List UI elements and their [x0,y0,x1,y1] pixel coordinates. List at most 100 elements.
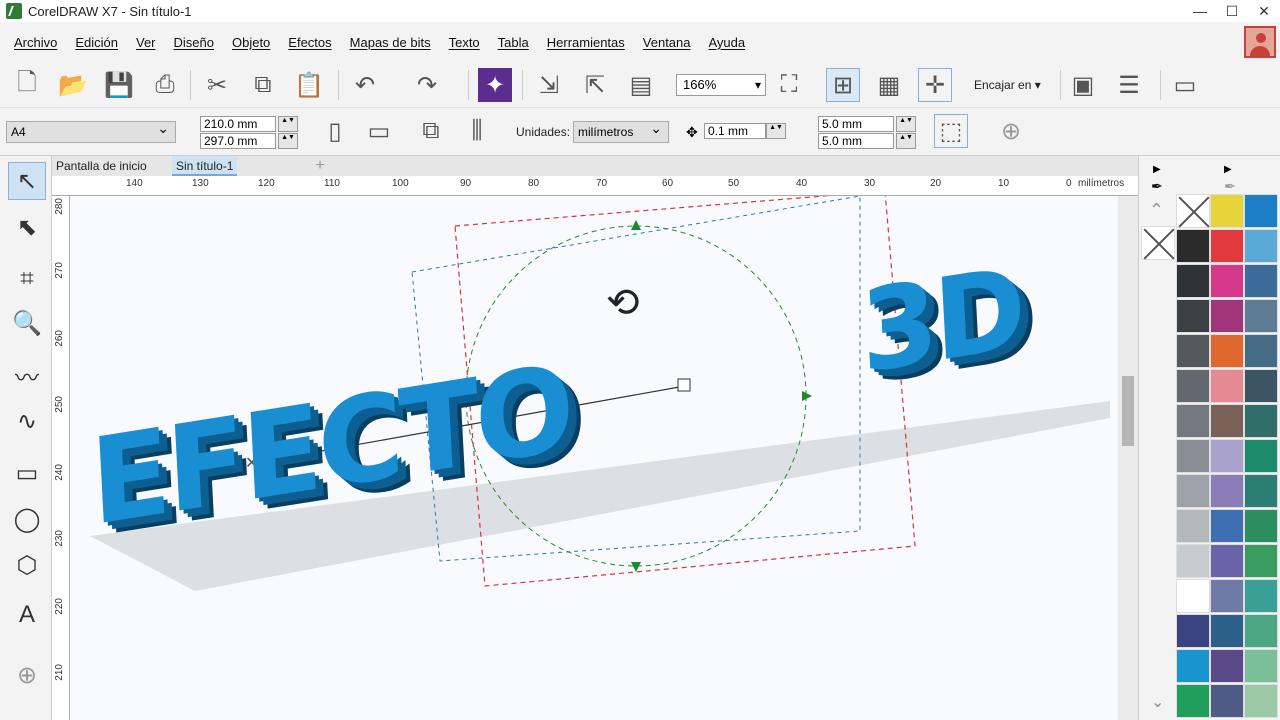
menu-ver[interactable]: Ver [136,35,156,50]
color-swatch[interactable] [1176,229,1210,263]
application-launcher-icon[interactable]: ▣ [1066,68,1100,102]
color-swatch[interactable] [1210,579,1244,613]
tab-welcome-screen[interactable]: Pantalla de inicio [52,156,151,176]
snap-to-dropdown[interactable]: Encajar en ▾ [974,78,1041,92]
color-swatch[interactable] [1244,229,1278,263]
color-swatch[interactable] [1176,684,1210,718]
horizontal-ruler[interactable]: 140 130 120 110 100 90 80 70 60 50 40 30… [52,176,1138,196]
color-swatch[interactable] [1244,299,1278,333]
palette-arrow-icon[interactable]: ▶ [1224,164,1232,175]
color-swatch[interactable] [1210,474,1244,508]
current-page-icon[interactable]: ⫼ [460,114,494,148]
color-swatch[interactable] [1210,684,1244,718]
color-swatch[interactable] [1244,439,1278,473]
no-fill-swatch[interactable] [1176,194,1210,228]
color-swatch[interactable] [1244,474,1278,508]
portrait-icon[interactable]: ▯ [318,114,352,148]
color-swatch[interactable] [1176,649,1210,683]
width-spinner[interactable]: ▲▼ [278,116,298,132]
dock-arrow-icon[interactable]: ▶ [1153,164,1161,175]
rotate-handle-top[interactable] [631,220,641,230]
save-icon[interactable]: 💾 [102,68,136,102]
rotate-handle-right[interactable] [802,391,812,401]
scrollbar-thumb[interactable] [1122,376,1134,446]
full-screen-preview-icon[interactable]: ⛶ [772,68,806,102]
vertical-ruler[interactable]: 280 270 260 250 240 230 220 210 [52,196,70,720]
add-tool-icon[interactable]: ⊕ [8,656,46,694]
text-tool-icon[interactable]: A [8,596,46,634]
zoom-level-select[interactable]: 166% [676,74,766,96]
color-swatch[interactable] [1244,579,1278,613]
color-swatch[interactable] [1176,579,1210,613]
color-swatch[interactable] [1244,544,1278,578]
menu-objeto[interactable]: Objeto [232,35,270,50]
color-swatch[interactable] [1176,614,1210,648]
cut-icon[interactable]: ✂ [200,68,234,102]
color-swatch[interactable] [1210,264,1244,298]
color-swatch[interactable] [1176,369,1210,403]
page-width-field[interactable]: 210.0 mm [200,116,276,132]
menu-ayuda[interactable]: Ayuda [709,35,746,50]
open-folder-icon[interactable]: 📂 [56,68,90,102]
color-swatch[interactable] [1244,404,1278,438]
units-select[interactable]: milímetros [573,118,669,143]
treat-as-filled-icon[interactable]: ⬚ [934,114,968,148]
color-swatch[interactable] [1244,614,1278,648]
menu-efectos[interactable]: Efectos [288,35,331,50]
color-swatch[interactable] [1210,229,1244,263]
vertical-scrollbar[interactable] [1118,196,1138,720]
options-icon[interactable]: ☰ [1112,68,1146,102]
color-swatch[interactable] [1176,334,1210,368]
add-icon[interactable]: ⊕ [994,114,1028,148]
page-height-field[interactable]: 297.0 mm [200,133,276,149]
landscape-icon[interactable]: ▭ [362,114,396,148]
menu-mapas-de-bits[interactable]: Mapas de bits [350,35,431,50]
color-swatch[interactable] [1176,264,1210,298]
color-swatch[interactable] [1176,509,1210,543]
import-icon[interactable]: ⇲ [532,68,566,102]
color-swatch[interactable] [1210,614,1244,648]
color-swatch[interactable] [1210,334,1244,368]
scroll-down-icon[interactable]: ⌄ [1151,692,1164,712]
color-swatch[interactable] [1210,194,1244,228]
close-button[interactable]: ✕ [1248,0,1280,22]
menu-herramientas[interactable]: Herramientas [547,35,625,50]
menu-texto[interactable]: Texto [449,35,480,50]
menu-archivo[interactable]: Archivo [14,35,57,50]
duplicate-distance-y-field[interactable]: 5.0 mm [818,133,894,149]
crop-tool-icon[interactable]: ⌗ [8,260,46,298]
ellipse-tool-icon[interactable]: ◯ [8,500,46,538]
rotate-handle-bottom[interactable] [631,562,641,572]
undo-icon[interactable]: ↶ [348,68,382,102]
shape-tool-icon[interactable]: ⬉ [8,208,46,246]
tab-document[interactable]: Sin título-1 [172,156,238,176]
palette-eyedropper-icon[interactable]: ✒ [1224,178,1236,195]
color-swatch[interactable] [1244,649,1278,683]
color-swatch[interactable] [1244,509,1278,543]
freehand-tool-icon[interactable]: 〰 [8,356,46,394]
polygon-tool-icon[interactable]: ⬡ [8,546,46,584]
menu-tabla[interactable]: Tabla [498,35,529,50]
color-swatch[interactable] [1244,369,1278,403]
add-tab-button[interactable]: + [310,156,330,176]
color-swatch[interactable] [1210,369,1244,403]
publish-pdf-icon[interactable]: ▤ [624,68,658,102]
color-swatch[interactable] [1210,299,1244,333]
export-icon[interactable]: ⇱ [578,68,612,102]
duplicate-distance-x-field[interactable]: 5.0 mm [818,116,894,132]
color-swatch[interactable] [1176,299,1210,333]
color-swatch[interactable] [1244,264,1278,298]
height-spinner[interactable]: ▲▼ [278,133,298,149]
show-rulers-icon[interactable]: ⊞ [826,68,860,102]
rectangle-tool-icon[interactable]: ▭ [8,454,46,492]
extruded-text-3d[interactable]: 3D [858,243,1026,399]
color-swatch[interactable] [1210,439,1244,473]
color-swatch[interactable] [1176,544,1210,578]
zoom-tool-icon[interactable]: 🔍 [8,304,46,342]
show-guidelines-icon[interactable]: ✛ [918,68,952,102]
color-swatch[interactable] [1210,544,1244,578]
maximize-button[interactable]: ☐ [1216,0,1248,22]
color-swatch[interactable] [1244,194,1278,228]
new-document-icon[interactable]: 🗋 [10,68,44,102]
color-swatch[interactable] [1176,404,1210,438]
